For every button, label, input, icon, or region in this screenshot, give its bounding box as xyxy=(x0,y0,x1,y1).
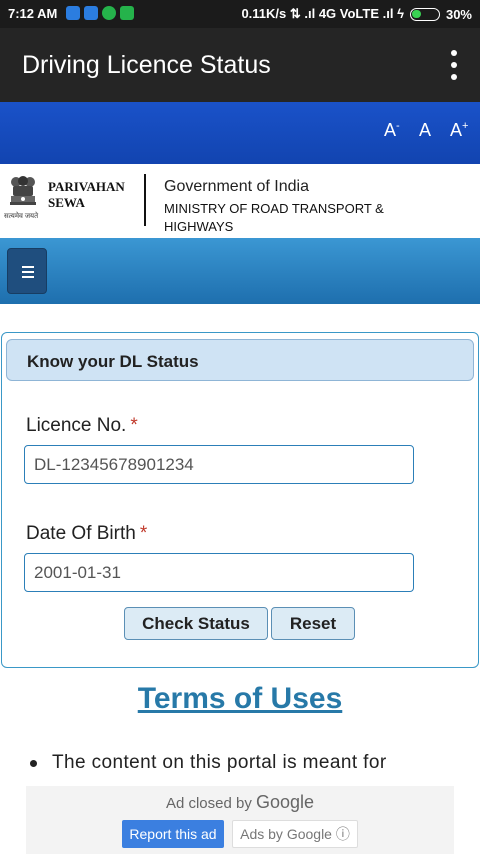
list-item: The content on this portal is meant for xyxy=(30,752,434,774)
ministry-title: MINISTRY OF ROAD TRANSPORT & HIGHWAYS xyxy=(164,201,384,234)
header-divider xyxy=(144,174,146,226)
ad-closed-text: Ad closed by Google xyxy=(165,792,315,812)
notification-icons xyxy=(66,6,134,20)
more-vert-icon[interactable] xyxy=(450,50,458,80)
status-time: 7:12 AM xyxy=(8,6,58,21)
dob-label: Date Of Birth * xyxy=(26,523,148,544)
notification-app-icon xyxy=(66,6,80,20)
check-status-button[interactable]: Check Status xyxy=(124,607,268,640)
emblem-caption: सत्यमेव जयते xyxy=(4,213,39,220)
ads-by-google-button[interactable]: Ads by Google ⓘ xyxy=(232,820,358,848)
report-ad-button[interactable]: Report this ad xyxy=(122,820,224,848)
google-logo: Google xyxy=(256,792,315,812)
parivahan-logo-text[interactable]: PARIVAHAN SEWA xyxy=(48,179,125,211)
notification-app-icon xyxy=(102,6,116,20)
notification-app-icon xyxy=(84,6,98,20)
battery-percent: 30% xyxy=(445,6,472,22)
licence-label: Licence No. * xyxy=(26,415,138,436)
app-title: Driving Licence Status xyxy=(22,51,271,79)
required-mark: * xyxy=(139,523,148,544)
licence-number-input[interactable] xyxy=(24,445,414,484)
nav-bar xyxy=(0,238,480,304)
dl-status-card: Know your DL Status Licence No.* Date Of… xyxy=(1,332,479,668)
site-header: सत्यमेव जयते PARIVAHAN SEWA Government o… xyxy=(0,164,480,238)
gov-title: Government of India xyxy=(164,178,309,195)
status-bar: 7:12 AM 0.11K/s ⇅ .ıl 4G VoLTE .ıl ϟ 30% xyxy=(0,0,480,28)
terms-bullet-text: The content on this portal is meant for xyxy=(52,752,387,773)
ad-banner: Ad closed by Google Report this ad Ads b… xyxy=(26,786,454,854)
font-normal-button[interactable]: A xyxy=(419,120,431,141)
card-header: Know your DL Status xyxy=(6,339,474,381)
app-bar: Driving Licence Status xyxy=(0,28,480,102)
font-size-bar: A- A A+ xyxy=(0,102,480,164)
required-mark: * xyxy=(130,415,138,436)
hamburger-icon[interactable] xyxy=(7,248,47,294)
battery-icon xyxy=(409,7,440,21)
status-right: 0.11K/s ⇅ .ıl 4G VoLTE .ıl ϟ 30% xyxy=(241,6,472,22)
card-title: Know your DL Status xyxy=(27,352,199,371)
reset-button[interactable]: Reset xyxy=(271,607,355,640)
font-increase-button[interactable]: A+ xyxy=(450,120,468,141)
font-decrease-button[interactable]: A- xyxy=(384,120,400,141)
terms-of-uses-link[interactable]: Terms of Uses xyxy=(0,682,480,716)
date-of-birth-input[interactable] xyxy=(24,553,414,592)
notification-app-icon xyxy=(120,6,134,20)
network-status: 0.11K/s ⇅ .ıl 4G VoLTE .ıl ϟ xyxy=(241,6,404,21)
